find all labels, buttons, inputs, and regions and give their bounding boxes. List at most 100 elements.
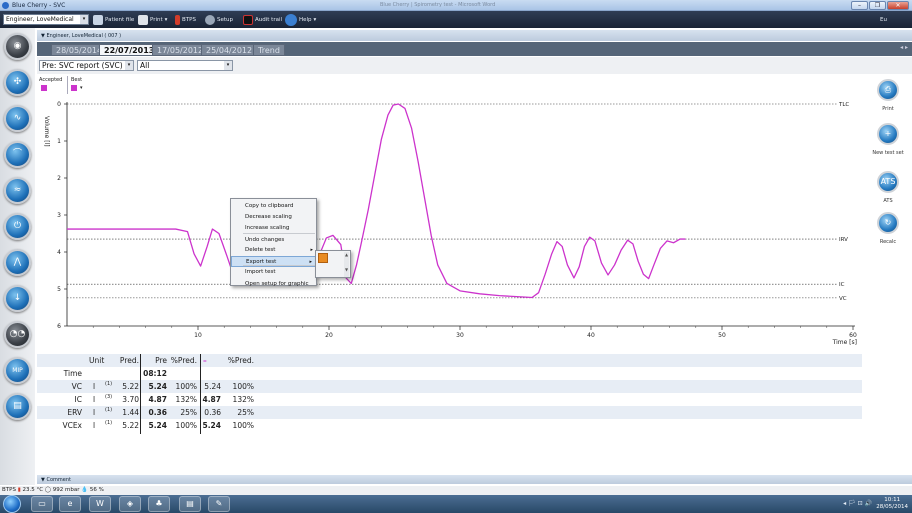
table-row-vc[interactable]: VC l (1) 5.22 5.24 100% 5.24 100% [37,380,862,393]
help-button[interactable]: Help ▾ [285,13,316,26]
row-pre: 0.36 [148,408,167,417]
restore-button[interactable]: ❐ [869,1,886,10]
setup-button[interactable]: Setup [205,14,233,25]
start-button[interactable] [3,495,21,513]
humidity-icon: 💧 [81,487,89,493]
new-test-set-button[interactable]: + [877,123,899,145]
gear-icon [205,14,215,25]
menu-item-decrease-scaling[interactable]: Decrease scaling [231,212,316,223]
nav-eyes-button[interactable]: ◔◔ [4,321,31,348]
print-menu-button[interactable]: Print ▾ [138,14,167,25]
nav-reports-button[interactable]: ▤ [4,393,31,420]
nav-mip-mep-button[interactable]: MIP [4,357,31,384]
print-button[interactable]: ⎙ [877,79,899,101]
tabs-scroll-arrows[interactable]: ◂ ▸ [900,44,908,51]
chevron-down-icon[interactable]: ▾ [80,85,83,91]
y-tick-label: 6 [57,323,61,330]
row-post-pct-pred: 25% [237,408,254,417]
volume-time-chart[interactable]: TLC IRV IC VC 0 1 2 3 4 5 6 10 20 30 40 50 60 Volume [l]… [37,96,862,350]
scope-select[interactable]: All ▾ [137,60,233,71]
home-icon: ◉ [13,41,22,51]
help-label: Help [299,16,312,23]
nav-home-button[interactable]: ◉ [4,33,31,60]
tab-trend[interactable]: Trend [253,44,285,56]
menu-item-delete-test[interactable]: Delete test ▸ [231,245,316,256]
taskbar-paint[interactable]: ✎ [208,496,230,512]
nav-dosing-button[interactable]: ↓ [4,285,31,312]
scope-select-value: All [140,61,150,70]
minimize-button[interactable]: – [851,1,868,10]
table-row-time[interactable]: Time 08:12 [37,367,862,380]
menu-separator [243,265,315,266]
main-toolbar: Engineer, LoveMedical ▾ Patient file Pri… [0,11,912,28]
nav-mvv-button[interactable]: ≈ [4,177,31,204]
menu-item-open-setup-for-graphic[interactable]: Open setup for graphic [231,279,316,290]
row-parameter: IC [74,395,82,404]
nav-power-button[interactable]: ⏻ [4,213,31,240]
table-row-ic[interactable]: IC l (3) 3.70 4.87 132% 4.87 132% [37,393,862,406]
audit-trail-button[interactable]: Audit trail [243,14,282,25]
table-row-erv[interactable]: ERV l (1) 1.44 0.36 25% 0.36 25% [37,406,862,419]
col-header-unit: Unit [89,356,105,365]
comment-bar[interactable]: ▼ Comment [37,475,912,484]
tab-session-3[interactable]: 17/05/2012 [152,44,209,56]
export-format-item[interactable] [318,253,328,263]
patient-file-button[interactable]: Patient file [93,14,134,25]
taskbar-document[interactable]: ▤ [179,496,201,512]
legend-accepted-swatch[interactable] [41,85,47,91]
col-header-pct-pred: %Pred. [170,356,197,365]
paint-icon: ✎ [215,499,223,508]
legend-accepted-label: Accepted [39,77,63,83]
system-tray[interactable]: ◂ 🏳 ⊡ 🔊 [843,500,872,507]
taskbar-explorer[interactable]: ▭ [31,496,53,512]
patient-file-label: Patient file [105,16,135,23]
user-select[interactable]: Engineer, LoveMedical ▾ [3,14,89,25]
down-arrow-icon: ↓ [13,293,22,303]
y-tick-label: 5 [57,286,61,293]
nav-step-button[interactable]: ⋀ [4,249,31,276]
nav-spirometry-button[interactable]: ✣ [4,69,31,96]
x-tick-label: 60 [849,332,857,339]
tab-session-4[interactable]: 25/04/2012 [201,44,258,56]
table-row-vcex[interactable]: VCEx l (1) 5.22 5.24 100% 5.24 100% [37,419,862,432]
mip-mep-icon: MIP [12,367,23,374]
nav-flow-volume-button[interactable]: ∿ [4,105,31,132]
report-select[interactable]: Pre: SVC report (SVC) ▾ [39,60,134,71]
row-pct-pred: 25% [180,408,197,417]
taskbar-app-1[interactable]: ◈ [119,496,141,512]
legend-best-swatch[interactable] [71,85,77,91]
y-axis-label: Volume [l] [43,116,50,147]
submenu-scrollbar[interactable]: ▲ ▼ [344,252,349,277]
wave-icon: ≈ [13,185,22,195]
audit-trail-label: Audit trail [255,16,283,23]
btps-label: BTPS [182,16,196,23]
taskbar-browser[interactable]: e [59,496,81,512]
left-navigation: ◉ ✣ ∿ ⌒ ≈ ⏻ ⋀ ↓ ◔◔ MIP ▤ [0,28,35,485]
close-button[interactable]: ✕ [887,1,909,10]
language-indicator[interactable]: Eu [880,14,887,25]
tab-session-2[interactable]: 22/07/2013 [99,44,160,56]
x-tick-label: 40 [587,332,595,339]
ats-button[interactable]: ATS [877,171,899,193]
new-test-set-icon: + [884,129,892,138]
menu-item-label: Open setup for graphic [245,281,309,287]
btps-button[interactable]: BTPS [175,14,196,25]
row-pre: 5.24 [148,421,167,430]
cherry-icon: ♣ [155,499,163,508]
y-tick-label: 4 [57,249,61,256]
nav-svc-button[interactable]: ⌒ [4,141,31,168]
menu-item-import-test[interactable]: Import test [231,267,316,278]
patient-header[interactable]: ▼ Engineer, LoveMedical ( 007 ) [37,30,912,41]
right-actions: ⎙ Print + New test set ATS ATS ↻ Recalc [868,71,912,331]
status-btps: BTPS [2,487,16,493]
app-icon [2,2,9,9]
recalc-icon: ↻ [884,218,892,227]
ats-icon: ATS [880,177,896,186]
row-post-pct-pred [222,367,254,380]
menu-item-copy-to-clipboard[interactable]: Copy to clipboard [231,201,316,212]
taskbar-word[interactable]: W [89,496,111,512]
chevron-down-icon: ▾ [80,15,88,24]
recalc-button[interactable]: ↻ [877,212,899,234]
taskbar-clock[interactable]: 10:11 28/05/2014 [876,497,908,511]
taskbar-blue-cherry[interactable]: ♣ [148,496,170,512]
